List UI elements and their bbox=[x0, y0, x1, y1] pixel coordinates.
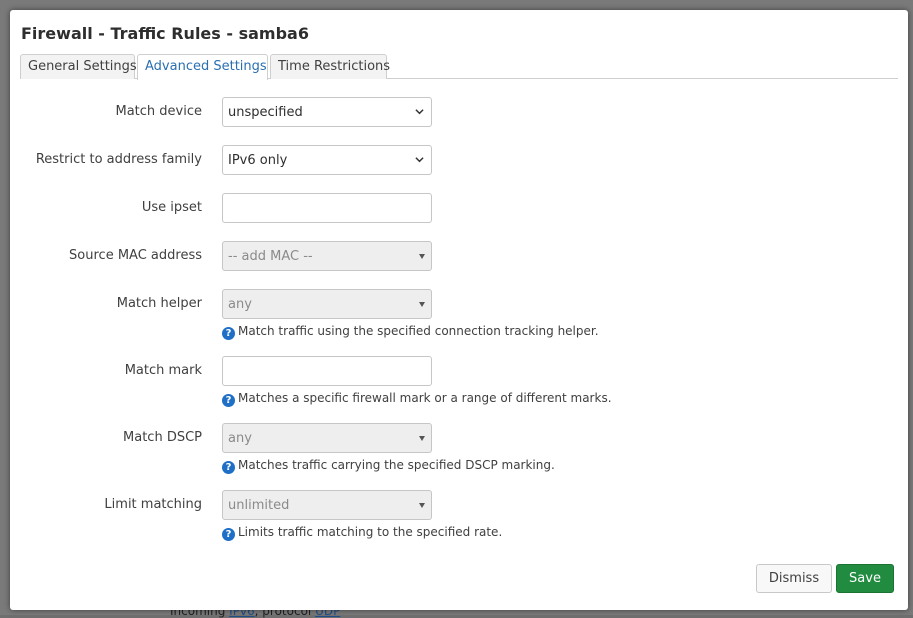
tab-bar: General Settings Advanced Settings Time … bbox=[20, 54, 898, 80]
match-mark-input[interactable] bbox=[222, 356, 432, 386]
match-dscp-label: Match DSCP bbox=[123, 430, 202, 445]
match-mark-label: Match mark bbox=[124, 363, 202, 378]
limit-matching-value: unlimited bbox=[228, 498, 290, 513]
address-family-select[interactable]: IPv6 only bbox=[222, 145, 432, 175]
ipset-label: Use ipset bbox=[141, 200, 202, 215]
help-icon: ? bbox=[222, 394, 235, 407]
caret-down-icon bbox=[419, 254, 425, 259]
match-device-select[interactable]: unspecified bbox=[222, 97, 432, 127]
source-mac-dropdown[interactable]: -- add MAC -- bbox=[222, 241, 432, 271]
tab-general-settings[interactable]: General Settings bbox=[20, 54, 137, 79]
tab-advanced-settings[interactable]: Advanced Settings bbox=[137, 54, 268, 80]
limit-matching-label: Limit matching bbox=[104, 497, 202, 512]
tab-time-restrictions[interactable]: Time Restrictions bbox=[270, 54, 390, 79]
caret-down-icon bbox=[419, 503, 425, 508]
limit-matching-dropdown[interactable]: unlimited bbox=[222, 490, 432, 520]
match-helper-help: ? Match traffic using the specified conne… bbox=[222, 324, 599, 340]
help-icon: ? bbox=[222, 528, 235, 541]
caret-down-icon bbox=[419, 436, 425, 441]
match-helper-dropdown[interactable]: any bbox=[222, 289, 432, 319]
match-dscp-value: any bbox=[228, 431, 252, 446]
match-dscp-help-text: Matches traffic carrying the specified D… bbox=[238, 458, 555, 472]
chevron-down-icon bbox=[415, 157, 424, 163]
address-family-label: Restrict to address family bbox=[35, 152, 202, 167]
match-mark-help-text: Matches a specific firewall mark or a ra… bbox=[238, 391, 612, 405]
modal-title: Firewall - Traffic Rules - samba6 bbox=[21, 24, 309, 43]
match-device-value: unspecified bbox=[228, 105, 303, 120]
match-helper-value: any bbox=[228, 297, 252, 312]
match-dscp-dropdown[interactable]: any bbox=[222, 423, 432, 453]
match-dscp-help: ? Matches traffic carrying the specified … bbox=[222, 458, 555, 474]
traffic-rule-modal: Firewall - Traffic Rules - samba6 Genera… bbox=[10, 10, 908, 610]
dismiss-button[interactable]: Dismiss bbox=[756, 564, 832, 593]
match-mark-help: ? Matches a specific firewall mark or a r… bbox=[222, 391, 612, 407]
caret-down-icon bbox=[419, 302, 425, 307]
match-device-label: Match device bbox=[115, 104, 203, 119]
address-family-value: IPv6 only bbox=[228, 153, 288, 168]
limit-matching-help: ? Limits traffic matching to the specifie… bbox=[222, 525, 502, 541]
chevron-down-icon bbox=[415, 109, 424, 115]
source-mac-label: Source MAC address bbox=[69, 248, 202, 263]
match-helper-label: Match helper bbox=[116, 296, 202, 311]
help-icon: ? bbox=[222, 327, 235, 340]
help-icon: ? bbox=[222, 461, 235, 474]
match-helper-help-text: Match traffic using the specified connec… bbox=[238, 324, 599, 338]
source-mac-value: -- add MAC -- bbox=[228, 249, 313, 264]
ipset-input[interactable] bbox=[222, 193, 432, 223]
save-button[interactable]: Save bbox=[836, 564, 894, 593]
limit-matching-help-text: Limits traffic matching to the specified… bbox=[238, 525, 503, 539]
